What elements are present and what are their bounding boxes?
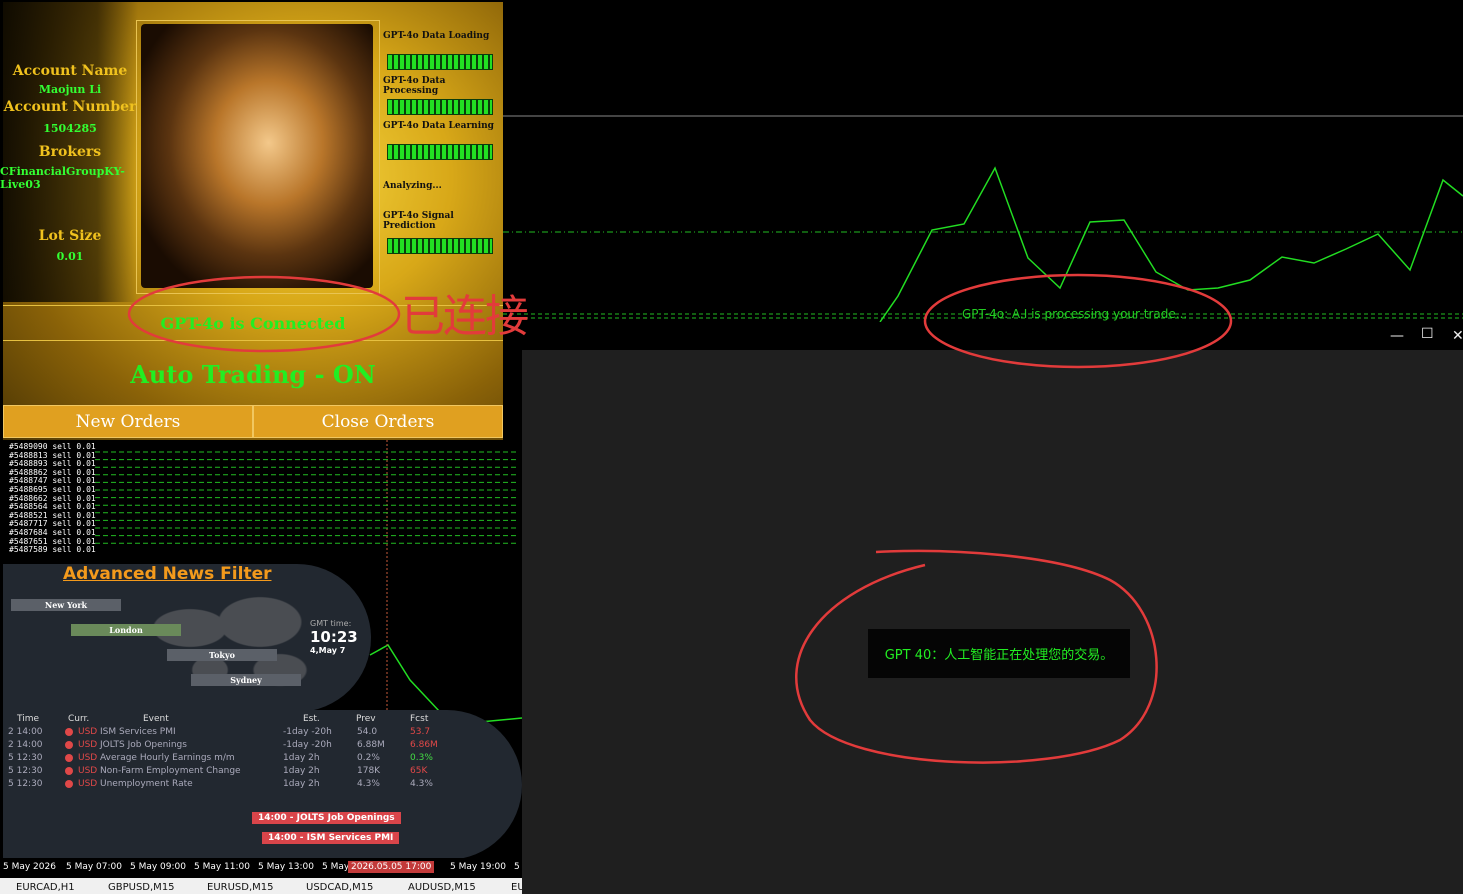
- annotation-circle: [127, 275, 401, 353]
- annotation-circle: [795, 549, 1158, 764]
- annotation-circle: [923, 273, 1233, 369]
- annotation-layer: [127, 273, 1233, 764]
